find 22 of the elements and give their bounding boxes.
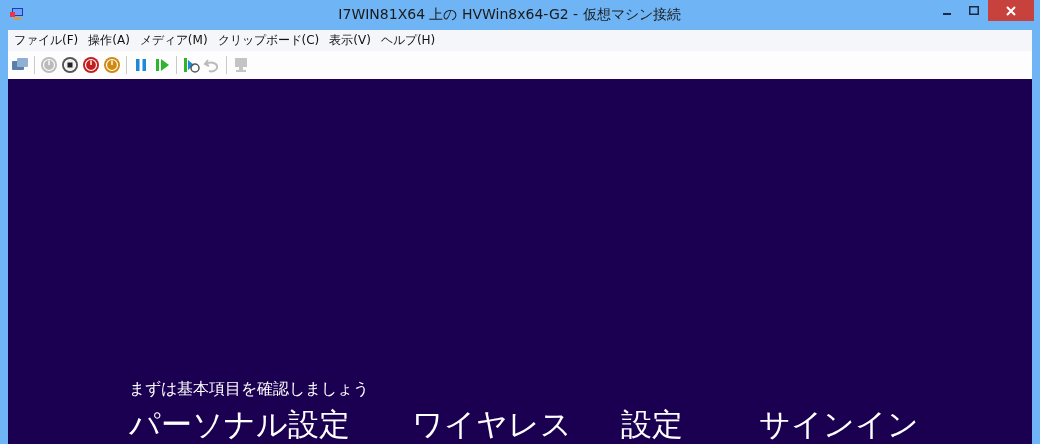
menu-item[interactable]: クリップボード(C) bbox=[213, 32, 324, 49]
window-title: I7WIN81X64 上の HVWin8x64-G2 - 仮想マシン接続 bbox=[337, 6, 681, 24]
menu-item[interactable]: メディア(M) bbox=[135, 32, 212, 49]
power-icon[interactable] bbox=[103, 56, 121, 74]
setup-step: サインイン bbox=[759, 404, 1032, 444]
checkpoint-icon[interactable] bbox=[182, 56, 200, 74]
power-icon[interactable] bbox=[82, 56, 100, 74]
menu-item[interactable]: ファイル(F) bbox=[10, 32, 83, 49]
maximize-icon bbox=[969, 5, 980, 16]
menu-item[interactable]: ヘルプ(H) bbox=[376, 32, 440, 49]
setup-step: ワイヤレス bbox=[412, 404, 621, 444]
setup-step: 設定 bbox=[621, 404, 759, 444]
minimize-icon bbox=[943, 13, 952, 15]
menu-item[interactable]: 表示(V) bbox=[325, 32, 375, 49]
menu-item[interactable]: 操作(A) bbox=[84, 32, 134, 49]
close-icon bbox=[1006, 5, 1016, 16]
stop-icon[interactable] bbox=[61, 56, 79, 74]
setup-subtitle: まずは基本項目を確認しましょう bbox=[129, 379, 370, 400]
close-button[interactable] bbox=[988, 0, 1034, 21]
setup-step: パーソナル設定 bbox=[129, 404, 412, 444]
computer-icon bbox=[9, 6, 25, 22]
play-icon[interactable] bbox=[153, 56, 171, 74]
